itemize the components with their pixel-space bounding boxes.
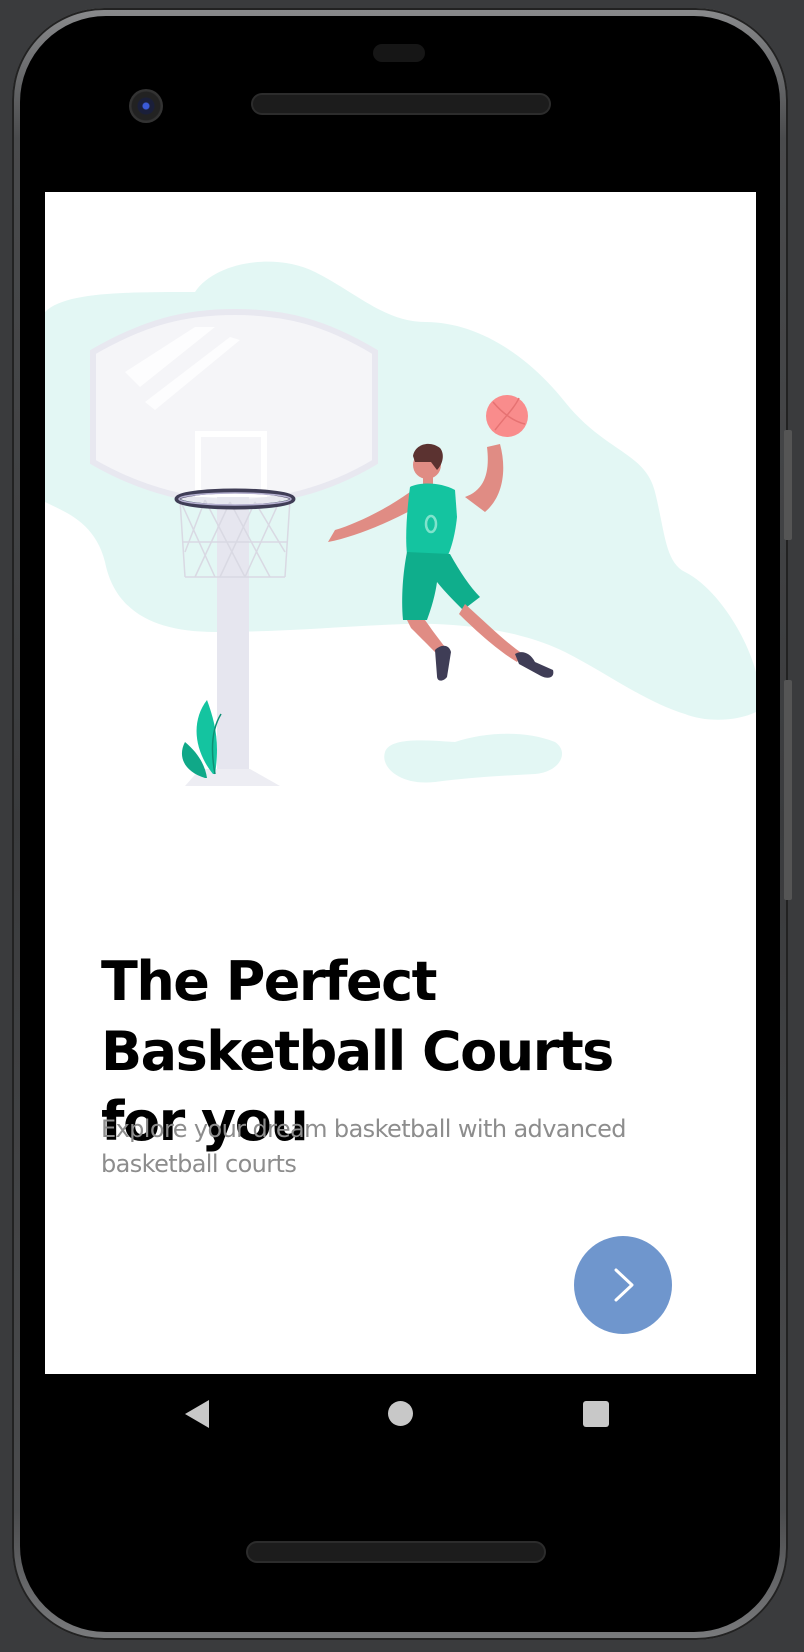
app-screen: The Perfect Basketball Courts for you Ex… bbox=[45, 192, 756, 1374]
android-nav-bar bbox=[45, 1374, 756, 1454]
hoop-pole bbox=[217, 497, 249, 769]
onboarding-subtitle: Explore your dream basketball with advan… bbox=[101, 1115, 627, 1178]
recents-square-icon[interactable] bbox=[583, 1401, 609, 1427]
home-circle-icon[interactable] bbox=[388, 1401, 413, 1426]
earpiece-speaker bbox=[253, 95, 549, 113]
player-jersey bbox=[406, 483, 457, 559]
volume-button bbox=[784, 680, 792, 900]
basketball-illustration bbox=[45, 261, 756, 786]
back-triangle-icon[interactable] bbox=[185, 1400, 209, 1428]
next-button[interactable] bbox=[574, 1236, 672, 1334]
ground-blob bbox=[384, 733, 563, 783]
proximity-sensor bbox=[373, 44, 425, 62]
chevron-right-icon bbox=[614, 1268, 634, 1302]
power-button bbox=[784, 430, 792, 540]
front-camera bbox=[129, 89, 163, 123]
bottom-speaker bbox=[248, 1543, 544, 1561]
